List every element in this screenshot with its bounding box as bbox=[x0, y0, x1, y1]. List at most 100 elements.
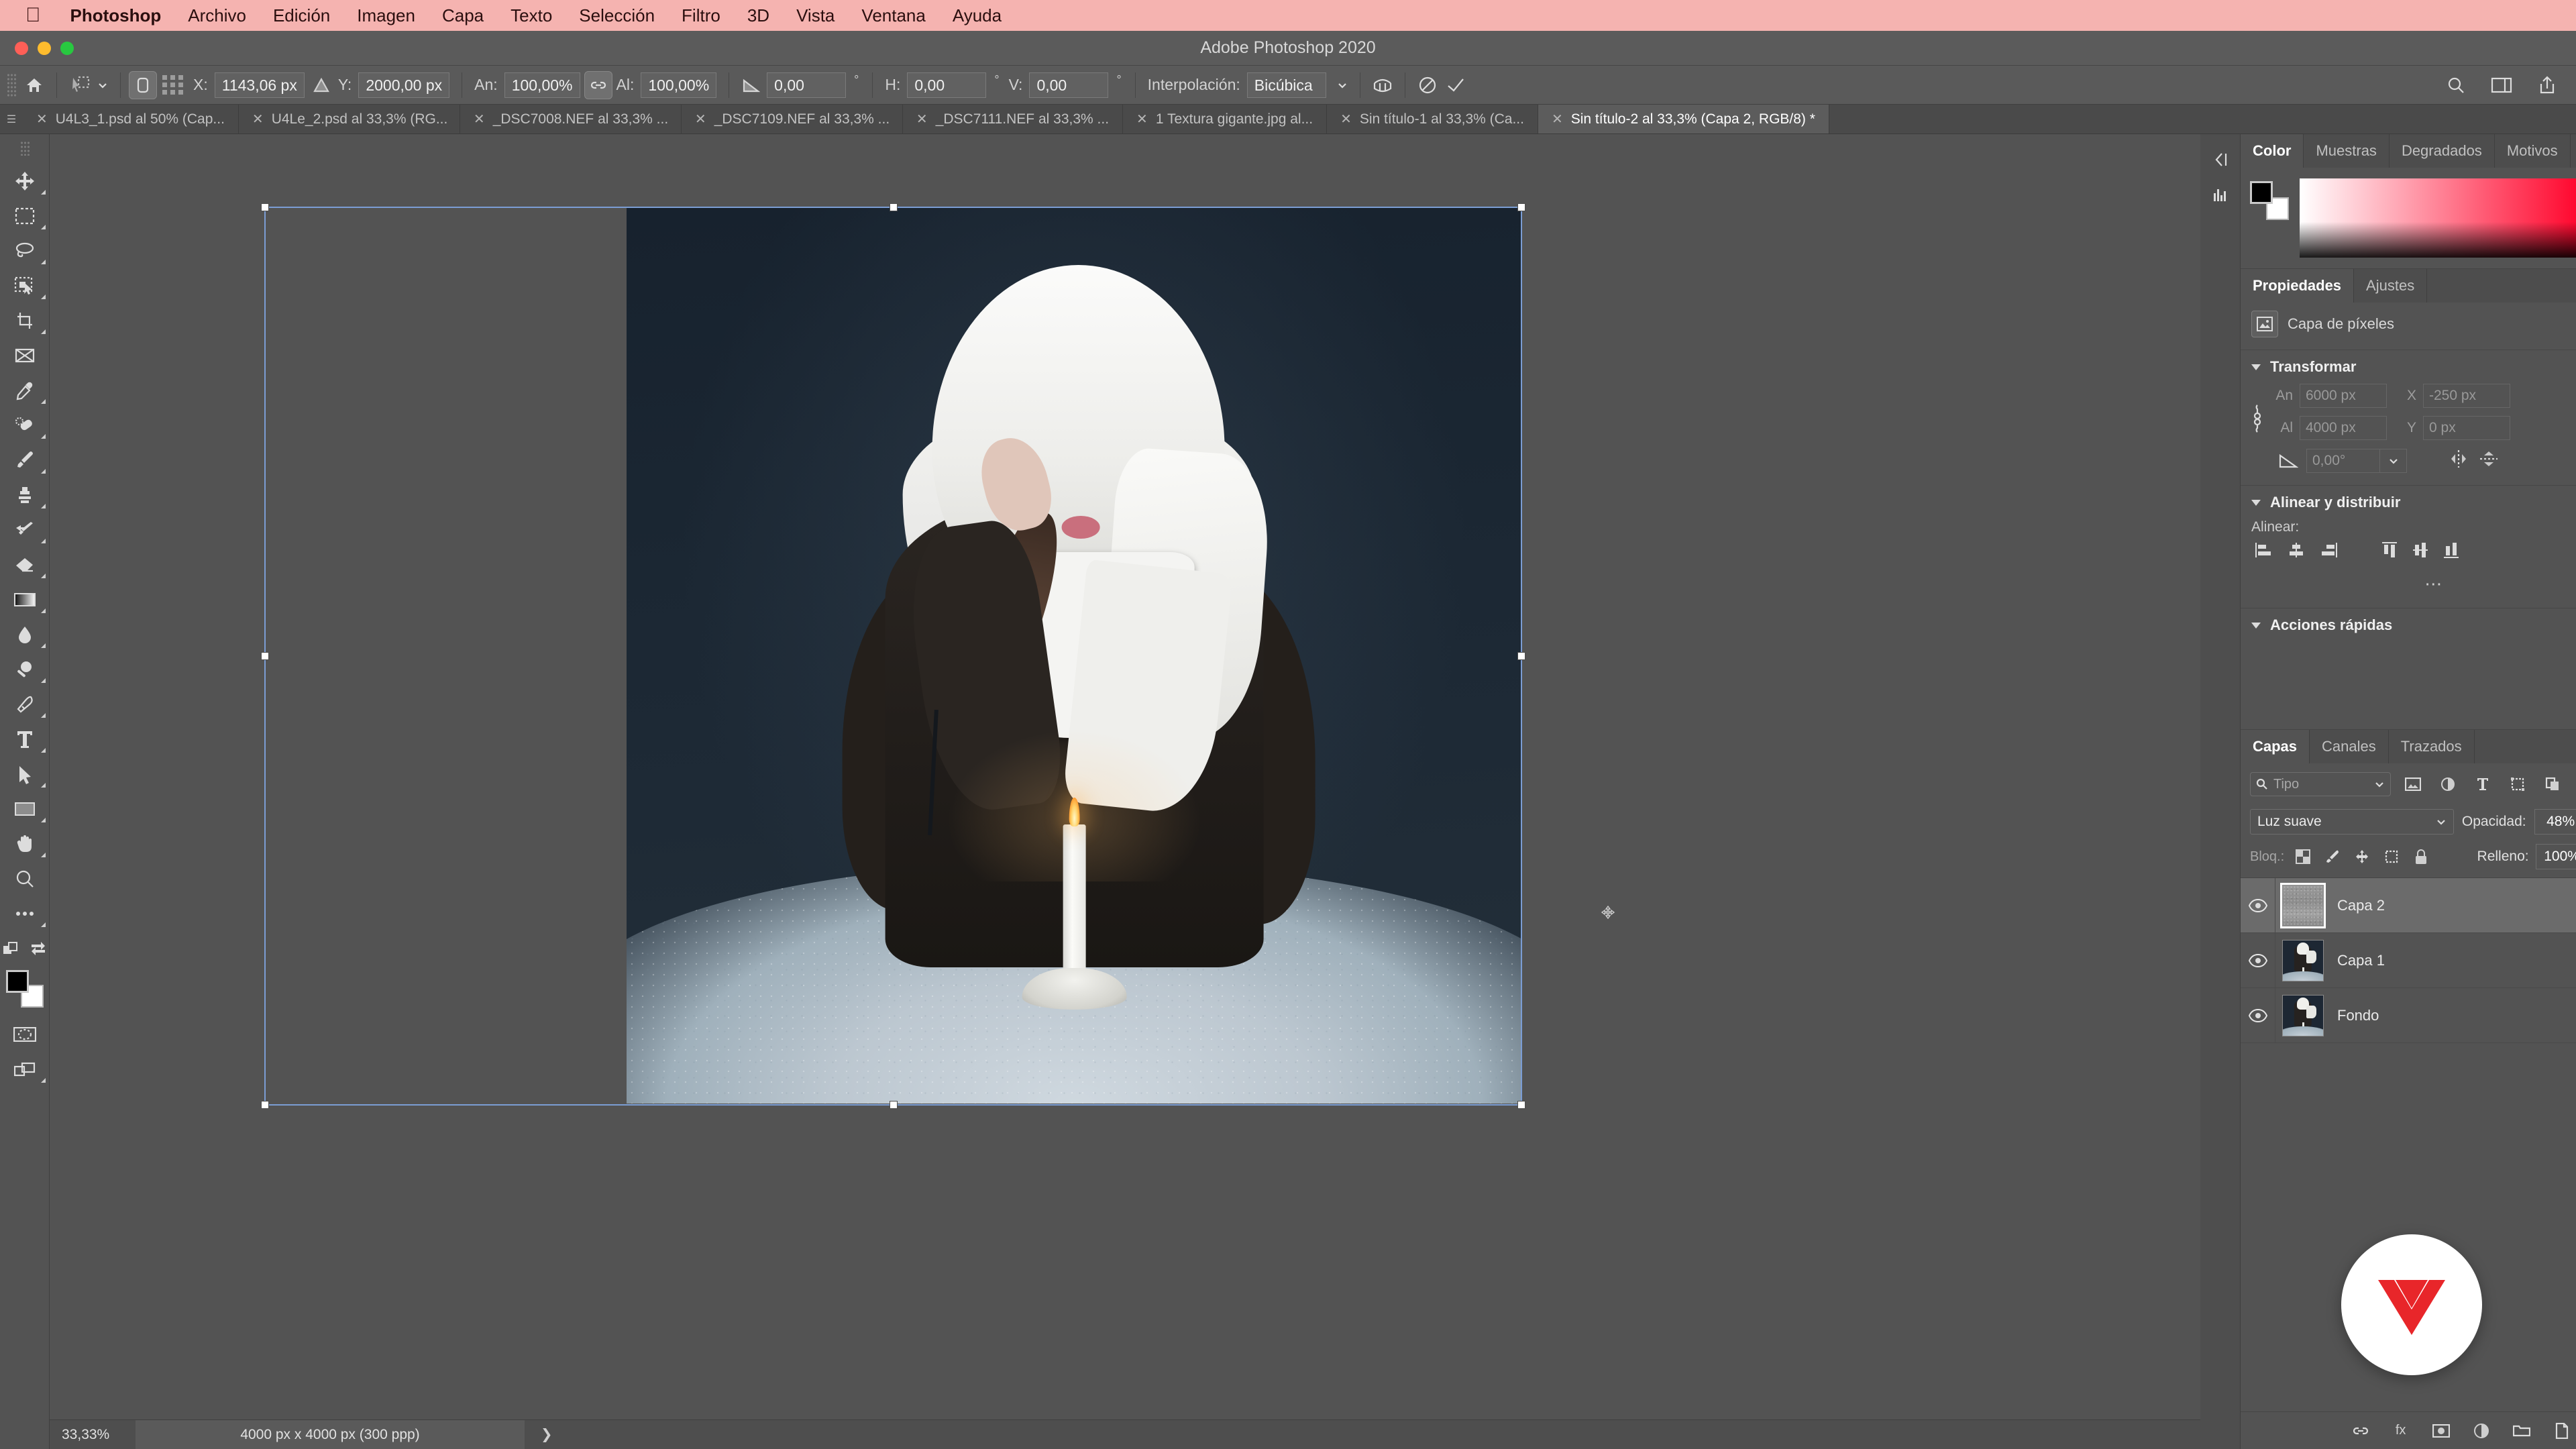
transform-bounding-box[interactable] bbox=[261, 203, 1525, 1109]
layer-thumbnail[interactable] bbox=[2280, 882, 2326, 928]
transform-height-input[interactable]: 4000 px bbox=[2300, 416, 2387, 440]
path-selection-tool[interactable] bbox=[0, 757, 50, 792]
tab-bar-grip[interactable]: ☰ bbox=[0, 105, 23, 133]
foreground-color-swatch[interactable] bbox=[2250, 181, 2273, 204]
layer-name[interactable]: Capa 1 bbox=[2337, 952, 2385, 969]
foreground-color-swatch[interactable] bbox=[5, 970, 29, 993]
layer-name[interactable]: Capa 2 bbox=[2337, 897, 2385, 914]
close-tab-icon[interactable]: ✕ bbox=[1552, 111, 1563, 127]
tab-canales[interactable]: Canales bbox=[2310, 730, 2389, 763]
share-icon[interactable] bbox=[2533, 71, 2561, 99]
transform-angle-input[interactable]: 0,00° bbox=[2306, 448, 2380, 473]
quick-actions-section-header[interactable]: Acciones rápidas bbox=[2241, 608, 2576, 649]
menu-item-ventana[interactable]: Ventana bbox=[861, 5, 925, 26]
foreground-background-color-swatch[interactable] bbox=[5, 970, 44, 1008]
flip-horizontal-icon[interactable] bbox=[2447, 449, 2470, 472]
transform-handle-middle-right[interactable] bbox=[1517, 652, 1525, 660]
y-input[interactable]: 2000,00 px bbox=[358, 72, 450, 98]
layer-row-fondo[interactable]: Fondo bbox=[2241, 988, 2576, 1043]
layer-row-capa-2[interactable]: Capa 2 bbox=[2241, 878, 2576, 933]
tab-muestras[interactable]: Muestras bbox=[2304, 134, 2390, 168]
chevron-down-icon[interactable] bbox=[2251, 364, 2261, 370]
lock-transparency-icon[interactable] bbox=[2292, 846, 2314, 867]
close-tab-icon[interactable]: ✕ bbox=[36, 111, 48, 127]
menu-item-edicion[interactable]: Edición bbox=[273, 5, 330, 26]
tab-degradados[interactable]: Degradados bbox=[2389, 134, 2495, 168]
align-left-icon[interactable] bbox=[2254, 541, 2274, 562]
transform-width-input[interactable]: 6000 px bbox=[2300, 384, 2387, 408]
adjustment-layer-icon[interactable] bbox=[2470, 1419, 2493, 1442]
close-window-button[interactable] bbox=[15, 41, 28, 55]
transform-handle-top-right[interactable] bbox=[1517, 203, 1525, 211]
layer-visibility-toggle[interactable] bbox=[2241, 988, 2275, 1042]
options-bar-grip[interactable] bbox=[7, 72, 16, 97]
layer-visibility-toggle[interactable] bbox=[2241, 933, 2275, 987]
lock-artboard-icon[interactable] bbox=[2381, 846, 2402, 867]
tab-capas[interactable]: Capas bbox=[2241, 730, 2310, 763]
menu-item-archivo[interactable]: Archivo bbox=[188, 5, 246, 26]
flip-vertical-icon[interactable] bbox=[2478, 448, 2500, 473]
close-tab-icon[interactable]: ✕ bbox=[474, 111, 485, 127]
rectangle-tool[interactable] bbox=[0, 792, 50, 826]
commit-transform-icon[interactable] bbox=[1442, 71, 1470, 99]
layer-mask-icon[interactable] bbox=[2430, 1419, 2453, 1442]
more-options-icon[interactable]: ⋯ bbox=[2241, 571, 2576, 604]
layer-style-icon[interactable]: fx bbox=[2390, 1419, 2412, 1442]
filter-pixel-icon[interactable] bbox=[2400, 772, 2426, 796]
chevron-down-icon[interactable] bbox=[2251, 499, 2261, 506]
healing-brush-tool[interactable] bbox=[0, 408, 50, 443]
transform-x-input[interactable]: -250 px bbox=[2423, 384, 2510, 408]
menu-item-texto[interactable]: Texto bbox=[511, 5, 552, 26]
menu-item-filtro[interactable]: Filtro bbox=[682, 5, 720, 26]
eraser-tool[interactable] bbox=[0, 547, 50, 582]
transform-handle-top-center[interactable] bbox=[889, 203, 898, 211]
align-top-icon[interactable] bbox=[2380, 541, 2399, 563]
align-middle-vertical-icon[interactable] bbox=[2411, 541, 2430, 563]
dodge-tool[interactable] bbox=[0, 652, 50, 687]
link-aspect-icon[interactable] bbox=[2250, 404, 2265, 437]
blur-tool[interactable] bbox=[0, 617, 50, 652]
hand-tool[interactable] bbox=[0, 826, 50, 861]
chevron-right-icon[interactable]: ❯ bbox=[525, 1426, 553, 1443]
align-center-horizontal-icon[interactable] bbox=[2286, 541, 2306, 562]
tab-motivos[interactable]: Motivos bbox=[2494, 134, 2571, 168]
transform-angle-select[interactable]: 0,00° bbox=[2306, 448, 2407, 473]
link-layers-icon[interactable] bbox=[2349, 1419, 2372, 1442]
rectangular-marquee-tool[interactable] bbox=[0, 199, 50, 233]
canvas-area[interactable] bbox=[50, 134, 2200, 1419]
histogram-icon[interactable] bbox=[2200, 177, 2241, 212]
new-group-icon[interactable] bbox=[2510, 1419, 2533, 1442]
y-position-field-group[interactable]: Y: 2000,00 px bbox=[334, 72, 453, 98]
skew-h-field-group[interactable]: H: 0,00 ° bbox=[881, 72, 1004, 98]
skew-h-input[interactable]: 0,00 bbox=[907, 72, 987, 98]
filter-shape-icon[interactable] bbox=[2505, 772, 2530, 796]
layer-name[interactable]: Fondo bbox=[2337, 1007, 2379, 1024]
zoom-tool[interactable] bbox=[0, 861, 50, 896]
close-tab-icon[interactable]: ✕ bbox=[1136, 111, 1148, 127]
interpolation-select[interactable]: Bicúbica bbox=[1246, 72, 1326, 98]
document-tab-3[interactable]: ✕ _DSC7109.NEF al 33,3% ... bbox=[681, 105, 903, 133]
layer-thumbnail[interactable] bbox=[2282, 939, 2324, 981]
close-tab-icon[interactable]: ✕ bbox=[252, 111, 264, 127]
transform-handle-bottom-center[interactable] bbox=[889, 1101, 898, 1109]
color-swatches[interactable] bbox=[2250, 181, 2289, 220]
transform-y-input[interactable]: 0 px bbox=[2423, 416, 2510, 440]
transform-handle-middle-left[interactable] bbox=[261, 652, 269, 660]
close-tab-icon[interactable]: ✕ bbox=[1340, 111, 1352, 127]
layer-row-capa-1[interactable]: Capa 1 bbox=[2241, 933, 2576, 988]
delta-icon[interactable] bbox=[309, 76, 334, 94]
object-selection-tool[interactable] bbox=[0, 268, 50, 303]
layer-thumbnail[interactable] bbox=[2282, 994, 2324, 1036]
lasso-tool[interactable] bbox=[0, 233, 50, 268]
apple-icon[interactable]:  bbox=[25, 5, 41, 25]
fill-input[interactable]: 100% bbox=[2535, 844, 2576, 869]
blend-mode-select[interactable]: Luz suave bbox=[2250, 809, 2454, 835]
rotate-input[interactable]: 0,00 bbox=[767, 72, 847, 98]
lock-all-icon[interactable] bbox=[2410, 846, 2432, 867]
move-tool[interactable] bbox=[0, 164, 50, 199]
menu-item-photoshop[interactable]: Photoshop bbox=[70, 5, 162, 26]
menu-item-3d[interactable]: 3D bbox=[747, 5, 769, 26]
chevron-down-icon[interactable] bbox=[2380, 448, 2407, 473]
frame-tool[interactable] bbox=[0, 338, 50, 373]
link-icon[interactable] bbox=[584, 70, 612, 99]
